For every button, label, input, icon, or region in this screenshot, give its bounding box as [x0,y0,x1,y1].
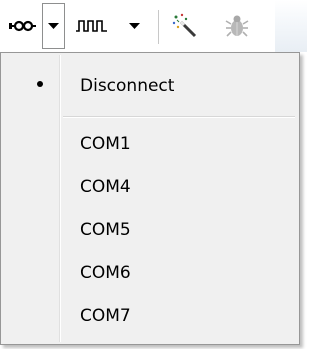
toolbar-separator [158,10,159,44]
menu-item-com7[interactable]: COM7 [4,298,296,334]
menu-item-label: COM4 [80,177,131,197]
menu-item-label: COM1 [80,134,131,154]
menu-item-com4[interactable]: COM4 [4,169,296,205]
connect-plug-icon [9,20,36,32]
triangle-down-icon [128,22,140,29]
connect-button[interactable] [5,4,41,48]
magic-wand-icon [172,13,197,38]
toolbar-tail [275,0,307,52]
signal-dropdown-button[interactable] [118,4,150,48]
menu-separator [63,116,295,118]
bug-icon [225,15,249,37]
triangle-down-icon [48,22,59,29]
menu-item-label: COM5 [80,220,131,240]
radio-bullet-icon [37,81,43,87]
menu-item-label: COM6 [80,263,131,283]
toolbar [0,0,307,52]
magic-wand-button[interactable] [168,4,202,48]
menu-item-com5[interactable]: COM5 [4,212,296,248]
menu-item-disconnect[interactable]: Disconnect [4,68,296,104]
connect-dropdown-button[interactable] [42,3,65,49]
square-wave-icon [76,20,107,32]
signal-button[interactable] [66,4,118,48]
connection-dropdown-menu: Disconnect COM1 COM4 COM5 COM6 COM7 [0,52,300,345]
menu-item-label: COM7 [80,306,131,326]
menu-item-com6[interactable]: COM6 [4,255,296,291]
menu-item-com1[interactable]: COM1 [4,126,296,162]
menu-item-label: Disconnect [80,76,175,96]
debug-button[interactable] [220,4,254,48]
